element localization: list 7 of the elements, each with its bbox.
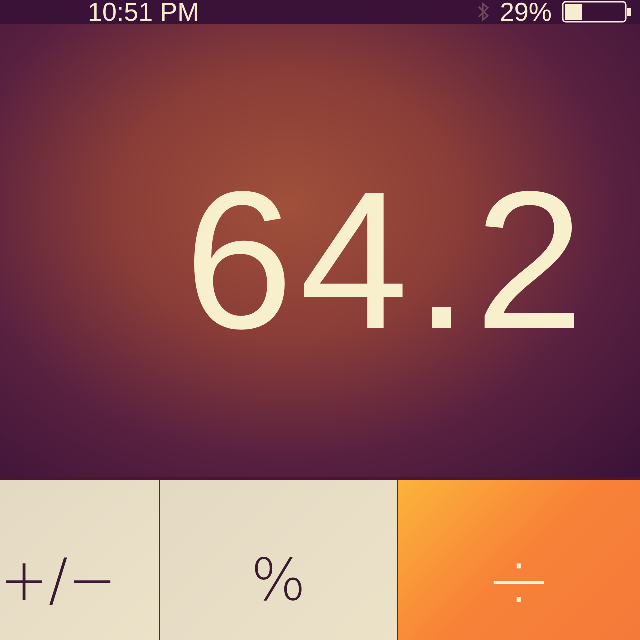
calculator-key[interactable]: % (160, 480, 398, 640)
calculator-key[interactable]: +/− (0, 480, 160, 640)
status-time: 10:51 PM (88, 0, 200, 24)
battery-icon (562, 1, 632, 23)
display-value: 64.2 (184, 162, 590, 358)
battery-percentage: 29% (500, 0, 552, 24)
bluetooth-icon (478, 2, 490, 22)
